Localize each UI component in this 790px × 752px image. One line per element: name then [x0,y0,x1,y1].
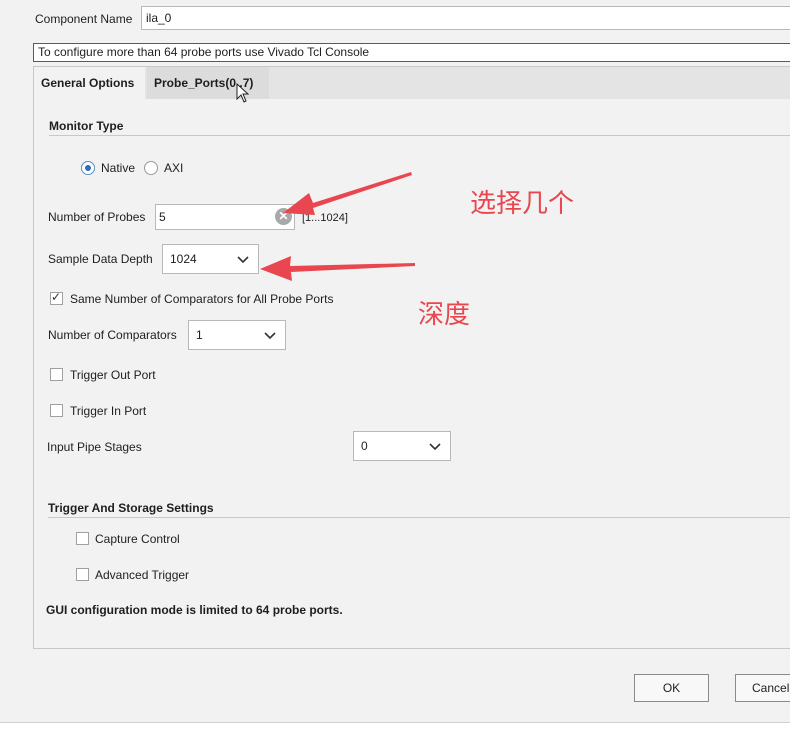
number-of-probes-label: Number of Probes [48,210,146,224]
chevron-down-icon [264,332,276,340]
advanced-trigger-label: Advanced Trigger [95,568,190,582]
component-name-input[interactable]: ila_0 [141,6,790,30]
number-of-probes-input[interactable]: 5 [155,204,295,230]
trigger-in-port-label: Trigger In Port [70,404,147,418]
gui-limit-note: GUI configuration mode is limited to 64 … [46,603,343,617]
trigger-storage-title: Trigger And Storage Settings [48,501,214,515]
input-pipe-stages-label: Input Pipe Stages [47,440,142,454]
ila-customize-dialog: Component Name ila_0 To configure more t… [0,0,790,722]
info-bar: To configure more than 64 probe ports us… [33,43,790,62]
mouse-cursor-icon [236,83,250,103]
trigger-out-port-label: Trigger Out Port [70,368,156,382]
cancel-button[interactable]: Cancel [735,674,790,702]
radio-axi-label: AXI [164,161,184,175]
input-pipe-stages-value: 0 [361,439,368,453]
monitor-type-divider [49,135,790,136]
ok-button[interactable]: OK [634,674,709,702]
monitor-type-title: Monitor Type [49,119,124,133]
capture-control-label: Capture Control [95,532,180,546]
sample-data-depth-label: Sample Data Depth [48,252,153,266]
component-name-label: Component Name [35,12,133,26]
trigger-storage-divider [48,517,790,518]
capture-control-checkbox[interactable] [76,532,89,545]
radio-native-label: Native [101,161,136,175]
radio-axi[interactable] [144,161,158,175]
same-comparators-checkbox[interactable]: ✓ [50,291,63,305]
tab-general-options[interactable]: General Options [34,67,145,99]
number-of-comparators-value: 1 [196,328,203,342]
same-comparators-label: Same Number of Comparators for All Probe… [70,292,334,306]
annotation-probes-note: 选择几个 [470,189,575,219]
radio-native[interactable] [81,161,95,175]
probes-range-hint: [1...1024] [302,212,348,224]
trigger-out-port-checkbox[interactable] [50,368,63,381]
sample-data-depth-value: 1024 [170,252,197,266]
number-of-comparators-label: Number of Comparators [48,328,177,342]
advanced-trigger-checkbox[interactable] [76,568,89,581]
trigger-in-port-checkbox[interactable] [50,404,63,417]
tab-panel [33,66,790,649]
chevron-down-icon [237,256,249,264]
number-of-comparators-select[interactable]: 1 [188,320,286,350]
tab-probe-ports[interactable]: Probe_Ports(0..7) [147,67,269,99]
chevron-down-icon [429,443,441,451]
sample-data-depth-select[interactable]: 1024 [162,244,259,274]
clear-icon[interactable]: ✕ [275,208,292,225]
annotation-depth-note: 深度 [418,300,471,330]
input-pipe-stages-select[interactable]: 0 [353,431,451,461]
bottom-strip [0,722,790,752]
